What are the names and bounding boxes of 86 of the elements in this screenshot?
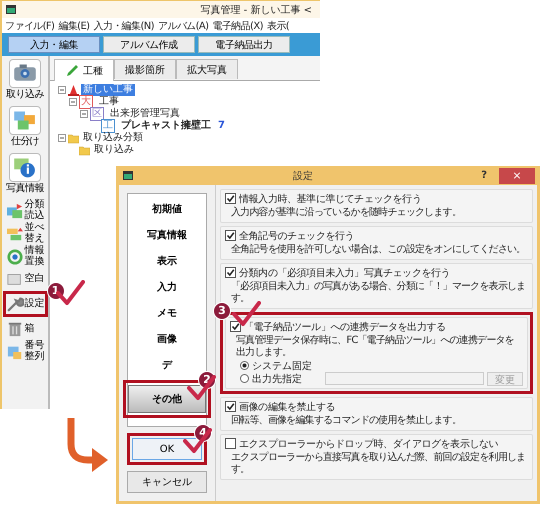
mode-tab[interactable]: アルバム作成 xyxy=(103,36,195,53)
ok-button[interactable]: OK xyxy=(132,438,202,460)
checkbox-label: 情報入力時、基準に準じてチェックを行う xyxy=(239,192,422,206)
collapse-icon[interactable] xyxy=(58,134,66,142)
toolbar-button[interactable]: 仕分け xyxy=(9,106,41,148)
option-description: 「必須項目未入力」の写真がある場合、分類に「！」マークを表示します。 xyxy=(230,280,526,305)
radio-label: 出力先指定 xyxy=(252,372,303,386)
view-tab[interactable]: 工種 xyxy=(54,59,114,81)
menu-item[interactable]: 編集(E) xyxy=(58,18,90,32)
mode-tab[interactable]: 入力・編集 xyxy=(8,36,100,53)
radio-button[interactable] xyxy=(240,361,249,370)
checkbox[interactable] xyxy=(225,230,236,241)
check-mark-icon xyxy=(182,428,212,454)
category-item[interactable]: 画像 xyxy=(155,328,179,350)
checkbox[interactable] xyxy=(225,267,236,278)
menu-item[interactable]: 電子納品(X) xyxy=(212,18,263,32)
mode-tab[interactable]: 電子納品出力 xyxy=(198,36,290,53)
toolbar-button[interactable]: 箱 xyxy=(6,319,44,339)
collapse-icon[interactable] xyxy=(58,86,66,94)
tree-item[interactable]: 取り込み xyxy=(92,144,136,156)
window-title: 写真管理 - 新しい工事 < xyxy=(199,4,313,16)
tree-tag: 工 xyxy=(101,119,115,133)
toolbar-button[interactable]: 写真情報 xyxy=(6,153,44,195)
checkbox-label: エクスプローラーからドロップ時、ダイアログを表示しない xyxy=(239,438,498,450)
option-description: 全角記号を使用を許可しない場合は、この設定をオンにしてください。 xyxy=(230,242,526,256)
checkbox-label: 画像の編集を禁止する xyxy=(239,400,336,414)
toolbar-button[interactable]: 並べ替え xyxy=(6,223,44,244)
menu-item[interactable]: 入力・編集(N) xyxy=(93,18,154,32)
step-number-badge: 3 xyxy=(213,302,231,320)
collapse-icon[interactable] xyxy=(69,98,77,106)
app-icon xyxy=(123,171,133,180)
category-item[interactable]: メモ xyxy=(155,302,179,324)
tree-item[interactable]: 新しい工事 xyxy=(81,84,135,96)
cone-icon xyxy=(68,84,79,96)
checkbox[interactable] xyxy=(230,321,241,332)
category-item[interactable]: 表示 xyxy=(155,250,179,272)
menu-item[interactable]: ファイル(F) xyxy=(5,18,54,32)
info-icon xyxy=(8,153,41,182)
tree-tag: 大 xyxy=(79,95,93,109)
tree-item[interactable]: 工事 xyxy=(97,96,121,108)
option-description: 回転等、画像を編集するコマンドの使用を禁止します。 xyxy=(230,414,462,427)
dialog-title: 設定 xyxy=(292,170,314,182)
tree-item[interactable]: 取り込み分類 xyxy=(81,132,145,144)
toolbar-button[interactable]: 取り込み xyxy=(6,59,44,101)
menu-item[interactable]: 表示( xyxy=(266,18,289,32)
checkbox[interactable] xyxy=(225,193,236,204)
close-button[interactable]: × xyxy=(499,168,535,184)
radio-button[interactable] xyxy=(240,374,249,383)
checkbox-label: 分類内の「必須項目未入力」写真チェックを行う xyxy=(239,266,450,280)
toolbar-button[interactable]: 番号整列 xyxy=(6,341,44,362)
tree-item[interactable]: プレキャスト擁壁工 xyxy=(119,120,213,132)
help-button[interactable]: ? xyxy=(473,170,495,181)
toolbar-button[interactable]: 空白 xyxy=(6,269,44,289)
view-tab[interactable]: 撮影箇所 xyxy=(114,59,176,79)
cancel-button[interactable]: キャンセル xyxy=(127,471,207,493)
check-mark-icon xyxy=(186,375,216,401)
toolbar-button[interactable]: 設定 xyxy=(6,294,44,314)
category-item[interactable]: デ xyxy=(160,354,174,376)
checkbox-label: 「電子納品ツール」への連携データを出力する xyxy=(244,320,446,334)
app-icon xyxy=(6,5,16,14)
category-button[interactable]: その他 xyxy=(128,385,206,413)
checkbox[interactable] xyxy=(225,438,236,449)
menu-item[interactable]: アルバム(A) xyxy=(158,18,208,32)
view-tab[interactable]: 拡大写真 xyxy=(176,59,238,79)
checkbox[interactable] xyxy=(225,401,236,412)
tree-item[interactable]: 出来形管理写真 xyxy=(108,108,182,120)
category-item[interactable]: 写真情報 xyxy=(145,224,189,246)
toolbar-button[interactable]: 分類読込 xyxy=(6,200,44,221)
photo-stack-icon xyxy=(9,106,41,135)
option-description: エクスプローラーから直接写真を取り込んだ際、前回の設定を利用します。 xyxy=(230,450,526,476)
category-item[interactable]: 初期値 xyxy=(150,198,184,220)
folder-icon xyxy=(68,132,79,144)
folder-icon xyxy=(79,144,90,156)
option-description: 入力内容が基準に沿っているかを随時チェックします。 xyxy=(230,206,462,219)
pencil-icon xyxy=(65,64,79,78)
wrench-icon xyxy=(6,296,24,312)
option-description: 写真管理データ保存時に、FC「電子納品ツール」への連携データを出力します。 xyxy=(235,334,515,359)
tree-tag: 区 xyxy=(90,107,104,121)
collapse-icon[interactable] xyxy=(80,110,88,118)
radio-label: システム固定 xyxy=(252,360,313,372)
checkbox-label: 全角記号のチェックを行う xyxy=(239,230,354,242)
check-mark-icon xyxy=(54,280,84,306)
category-item[interactable]: 入力 xyxy=(155,276,179,298)
item-count: 7 xyxy=(218,120,225,132)
toolbar-button[interactable]: 情報置換 xyxy=(6,246,44,267)
camera-icon xyxy=(8,59,41,88)
